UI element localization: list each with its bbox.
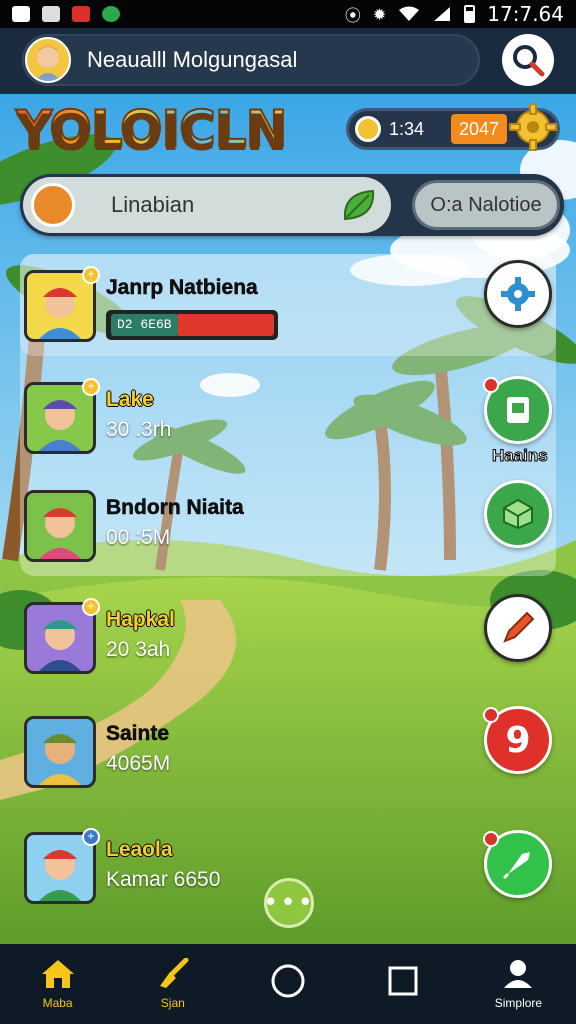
number-icon: 9 (505, 719, 531, 761)
contact-name: Leaola (106, 838, 173, 861)
contact-badge-icon: + (82, 598, 100, 616)
app-logo: YOLOICLN (15, 99, 289, 159)
progress-label: D2 6E6B (111, 314, 178, 336)
alarm-icon: ✹ (372, 4, 387, 24)
search-button[interactable] (502, 34, 554, 86)
contact-item[interactable]: + Janrp Natbiena D2 6E6B (24, 266, 354, 352)
notification-dot (483, 831, 499, 847)
wifi-icon (399, 6, 420, 21)
nav-label: Simplore (494, 996, 543, 1010)
person-icon (504, 960, 533, 988)
launch-action-button[interactable] (483, 830, 552, 898)
contact-subtitle: 20 3ah (106, 638, 171, 661)
coin-secondary-value: 2047 (451, 114, 508, 144)
nav-item-home[interactable]: Maba (0, 944, 115, 1024)
notification-dot (483, 377, 499, 393)
contact-name: Janrp Natbiena (106, 276, 258, 300)
status-system: ⦿ ✹ 17:7.64 (345, 2, 564, 26)
contact-subtitle: Kamar 6650 (106, 868, 221, 891)
contact-name: Sainte (106, 722, 170, 746)
bottom-navigation: Maba Sjan Simplore (0, 944, 576, 1024)
contact-avatar (24, 716, 96, 788)
app-icon (507, 397, 529, 423)
progress-fill (176, 314, 274, 336)
contact-name: Bndorn Niaita (106, 496, 244, 520)
avatar-icon[interactable] (25, 37, 71, 83)
gear-icon (501, 277, 535, 311)
category-icon (31, 183, 75, 227)
contact-item[interactable]: + Hapkal 20 3ah (24, 598, 354, 684)
leaf-icon[interactable] (339, 185, 379, 225)
contact-item[interactable]: + Lake 30 .3rh (24, 378, 354, 464)
circle-icon (271, 964, 305, 998)
nav-item-recents[interactable] (346, 944, 461, 1024)
contact-item[interactable]: Bndorn Niaita 00 :5M (24, 490, 354, 572)
coin-primary-value: 1:34 (389, 118, 425, 139)
nav-item-home-button[interactable] (230, 944, 345, 1024)
filter-search-field[interactable]: Linabian (23, 177, 391, 233)
contact-badge-icon: + (82, 378, 100, 396)
nav-label: Sjan (160, 996, 185, 1010)
coin-icon (355, 116, 381, 142)
signal-icon (434, 7, 451, 21)
package-action-button[interactable] (484, 480, 552, 548)
pdf-notification-icon (72, 6, 90, 22)
settings-gear-icon[interactable] (508, 102, 558, 152)
nav-item-profile[interactable]: Simplore (461, 944, 576, 1024)
contact-item[interactable]: Sainte 4065M (24, 716, 354, 798)
home-icon (41, 960, 74, 988)
contact-subtitle: 30 .3rh (106, 418, 172, 441)
status-time: 17:7.64 (487, 2, 564, 26)
action-label: Haains (492, 446, 549, 466)
contact-badge-icon: + (82, 828, 100, 846)
contact-badge-icon: + (82, 266, 100, 284)
filter-option-button[interactable]: O:a Nalotioe (412, 180, 560, 230)
user-profile-pill[interactable]: Neaualll Molgungasal (22, 34, 480, 86)
nav-item-clean[interactable]: Sjan (115, 944, 230, 1024)
app-notification-icon (12, 6, 30, 22)
apps-action-button[interactable] (483, 376, 552, 444)
status-bar: ⦿ ✹ 17:7.64 (0, 0, 576, 28)
broom-icon (159, 958, 189, 988)
notification-dot (483, 707, 499, 723)
vibrate-icon: ⦿ (344, 6, 361, 25)
square-icon (388, 966, 418, 996)
contact-name: Hapkal (106, 608, 175, 631)
nav-label: Maba (42, 996, 73, 1010)
contact-name: Lake (106, 388, 154, 411)
box-icon (503, 498, 533, 530)
battery-icon (464, 5, 476, 23)
contact-subtitle: 00 :5M (106, 526, 171, 549)
user-name: Neaualll Molgungasal (87, 47, 298, 72)
app-header: Neaualll Molgungasal (0, 28, 576, 94)
contact-progress-bar: D2 6E6B (106, 310, 278, 340)
filter-right-label: O:a Nalotioe (430, 193, 542, 216)
number-action-button[interactable]: 9 (483, 706, 552, 774)
edit-action-button[interactable] (484, 594, 552, 662)
more-icon: ••• (263, 888, 316, 918)
filter-left-label: Linabian (111, 192, 195, 217)
shield-notification-icon (102, 6, 120, 22)
settings-action-button[interactable] (484, 260, 552, 328)
filter-bar: Linabian O:a Nalotioe (20, 174, 564, 236)
rocket-icon (502, 852, 530, 880)
status-notifications (12, 6, 120, 22)
mail-notification-icon (42, 6, 60, 22)
search-icon (513, 45, 545, 77)
contact-subtitle: 4065M (106, 752, 171, 775)
logo-text: YOLOICLN (15, 99, 289, 159)
contact-avatar (24, 490, 96, 562)
more-button[interactable]: ••• (263, 878, 316, 928)
pencil-icon (503, 611, 535, 643)
